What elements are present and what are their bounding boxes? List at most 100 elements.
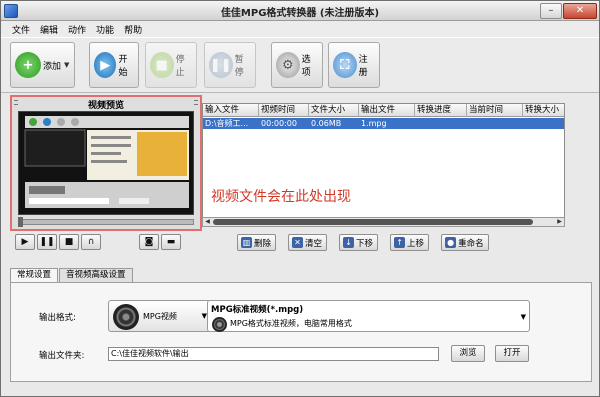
col-output-file[interactable]: 输出文件 [359,104,415,117]
start-button[interactable]: ▶ 开始 [89,42,139,88]
snapshot-icon[interactable]: ◙ [139,234,159,250]
move-up-label: 上移 [407,238,425,249]
col-converted-size[interactable]: 转换大小 [523,104,564,117]
close-icon[interactable]: ✕ [563,3,597,19]
basket-icon: ⛶ [333,52,357,78]
settings-tabs: 常规设置 音视频高级设置 [10,268,134,283]
scroll-left-icon[interactable]: ◀ [203,218,212,226]
folder-icon[interactable]: ▬ [161,234,181,250]
rename-button[interactable]: ● 重命名 [441,234,489,251]
menu-action[interactable]: 动作 [63,21,91,37]
scroll-thumb[interactable] [213,219,533,225]
menu-function[interactable]: 功能 [91,21,119,37]
chevron-down-icon[interactable]: ▼ [64,61,69,69]
options-label: 选项 [301,55,311,78]
col-file-size[interactable]: 文件大小 [309,104,359,117]
empty-hint: 视频文件会在此处出现 [211,189,351,205]
browse-button[interactable]: 浏览 [451,345,485,362]
stop-button-small[interactable]: ■ [59,234,79,250]
output-format-label: 输出格式: [39,313,76,323]
window-title: 佳佳MPG格式转换器 (未注册版本) [220,8,380,19]
table-header: 输入文件 视频时间 文件大小 输出文件 转换进度 当前时间 转换大小 [203,104,564,117]
open-button[interactable]: 打开 [495,345,529,362]
move-down-button[interactable]: ↓ 下移 [339,234,379,251]
gear-icon: ⚙ [276,52,300,78]
scroll-right-icon[interactable]: ▶ [555,218,564,226]
general-settings-panel: 输出格式: MPG视频 ▼ MPG标准视频(*.mpg) MPG格式标准视频，电… [10,282,592,382]
profile-description: MPG格式标准视频，电脑常用格式 [230,319,352,328]
col-video-time[interactable]: 视频时间 [259,104,309,117]
play-button[interactable]: ▶ [15,234,35,250]
move-up-button[interactable]: ↑ 上移 [390,234,430,251]
cell-converted-size [523,118,564,129]
col-progress[interactable]: 转换进度 [415,104,467,117]
output-profile-select[interactable]: MPG标准视频(*.mpg) MPG格式标准视频，电脑常用格式 ▼ [207,300,530,332]
film-reel-icon [212,317,227,332]
plus-icon: + [15,52,41,78]
window-controls: – ✕ [540,3,597,19]
options-button[interactable]: ⚙ 选项 [271,42,323,88]
rename-label: 重命名 [458,238,484,249]
preview-frame-image [19,112,193,214]
cell-output-file: 1.mpg [361,119,387,128]
add-button[interactable]: + 添加 ▼ [10,42,75,88]
menu-help[interactable]: 帮助 [119,21,147,37]
clear-label: 清空 [305,238,323,249]
cell-file-size: 0.06MB [311,119,342,128]
preview-seek-slider[interactable] [18,217,194,227]
play-icon: ▶ [94,52,117,78]
clear-button[interactable]: ✕ 清空 [288,234,328,251]
pause-button-small[interactable]: ❚❚ [37,234,57,250]
panel-menu-icon[interactable] [194,100,198,105]
preview-controls: ▶ ❚❚ ■ ∩ ◙ ▬ [15,234,181,250]
output-folder-label: 输出文件夹: [39,351,85,361]
pause-button[interactable]: ❚❚ 暂停 [204,42,256,88]
col-current-time[interactable]: 当前时间 [467,104,523,117]
menu-bar: 文件 编辑 动作 功能 帮助 [1,21,599,37]
video-preview-panel: 视频预览 [10,95,202,231]
x-icon: ✕ [292,237,304,248]
menu-edit[interactable]: 编辑 [35,21,63,37]
cell-current-time [467,118,523,129]
stop-label: 停止 [175,55,185,78]
output-format-select[interactable]: MPG视频 ▼ [108,300,211,332]
rename-icon: ● [445,237,457,248]
output-format-value: MPG视频 [143,312,177,321]
cell-video-time: 00:00:00 [261,119,297,128]
toolbar: + 添加 ▼ ▶ 开始 ■ 停止 ❚❚ 暂停 ⚙ 选项 ⛶ 注册 [1,37,599,93]
profile-title: MPG标准视频(*.mpg) [211,305,304,315]
file-table[interactable]: 输入文件 视频时间 文件大小 输出文件 转换进度 当前时间 转换大小 D:\音频… [202,103,565,225]
tab-advanced[interactable]: 音视频高级设置 [59,268,133,282]
move-down-label: 下移 [356,238,374,249]
trash-icon: ▥ [241,237,252,248]
preview-title: 视频预览 [87,101,124,111]
start-label: 开始 [118,55,128,78]
preview-screen [18,111,194,215]
app-window: 佳佳MPG格式转换器 (未注册版本) – ✕ 文件 编辑 动作 功能 帮助 + … [0,0,600,397]
add-label: 添加 [43,61,62,72]
title-bar[interactable]: 佳佳MPG格式转换器 (未注册版本) – ✕ [1,1,599,21]
register-button[interactable]: ⛶ 注册 [328,42,380,88]
table-row[interactable]: D:\音频工... 00:00:00 0.06MB 1.mpg [203,118,564,129]
seek-thumb[interactable] [18,217,23,227]
register-label: 注册 [358,55,368,78]
arrow-up-icon: ↑ [394,237,406,248]
delete-button[interactable]: ▥ 删除 [237,234,277,251]
minimize-icon[interactable]: – [540,3,562,19]
col-input-file[interactable]: 输入文件 [203,104,259,117]
film-reel-icon [113,304,139,330]
stop-icon: ■ [150,52,174,78]
arrow-down-icon: ↓ [343,237,355,248]
loop-icon[interactable]: ∩ [81,234,101,250]
output-folder-input[interactable]: C:\佳佳视频软件\输出 [108,347,439,361]
cell-progress [415,118,467,129]
pause-label: 暂停 [234,55,244,78]
chevron-down-icon: ▼ [520,313,526,321]
stop-button[interactable]: ■ 停止 [145,42,197,88]
table-scrollbar[interactable]: ◀ ▶ [202,217,565,227]
delete-label: 删除 [254,238,272,249]
tab-general[interactable]: 常规设置 [10,268,59,283]
menu-file[interactable]: 文件 [7,21,35,37]
pause-icon: ❚❚ [209,52,233,78]
